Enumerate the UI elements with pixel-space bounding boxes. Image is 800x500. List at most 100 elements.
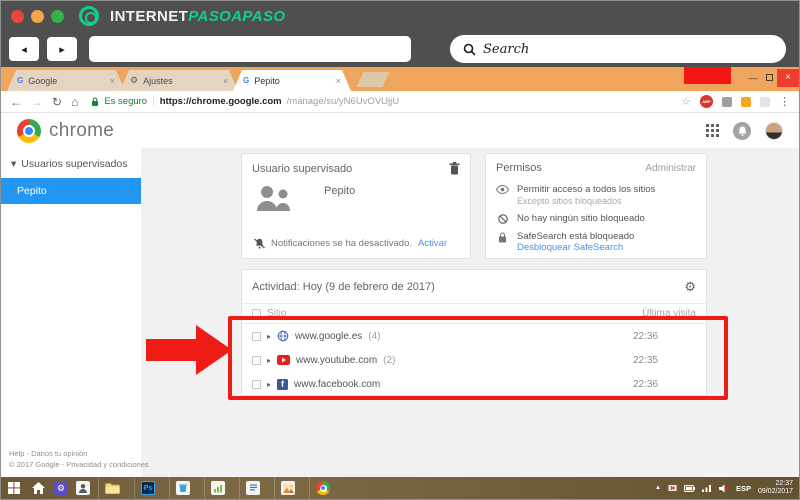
sidebar-group-label: Usuarios supervisados [21,158,128,170]
tab-pepito[interactable]: G Pepito × [233,70,351,91]
settings-gear-icon[interactable]: ⚙ [684,279,696,295]
brand-wordmark-primary: INTERNET [110,7,189,25]
tab-label: Google [28,75,58,86]
supervised-user-name: Pepito [324,185,356,197]
frame-search-box[interactable]: Search [450,35,786,63]
frame-back-button[interactable]: ◂ [9,37,39,61]
address-bar: ← → ↻ ⌂ Es seguro | https://chrome.googl… [1,91,799,113]
extension-icon[interactable] [741,96,751,107]
chrome-logo-icon [17,118,41,143]
frame-forward-button[interactable]: ▸ [47,37,77,61]
taskbar-clock[interactable]: 22:37 09/02/2017 [758,480,793,497]
writer-app-icon[interactable] [239,477,266,499]
gallery-app-icon[interactable] [274,477,301,499]
supervised-users-avatar-icon [257,186,290,211]
minimize-traffic-light-icon[interactable] [31,9,44,23]
url-path: /manage/su/yN6UvOVUjjU [286,96,400,107]
security-label: Es seguro [104,96,148,107]
extension-icon[interactable] [722,96,732,107]
chrome-taskbar-icon[interactable] [309,477,336,499]
home-taskbar-icon[interactable] [30,480,46,496]
manage-link[interactable]: Administrar [645,163,696,174]
search-icon [463,43,476,56]
notifications-status: Notificaciones se ha desactivado. [271,238,412,249]
application-window: INTERNETPASOAPASO ◂ ▸ Search G Google × … [0,0,800,500]
new-tab-button[interactable] [356,72,390,87]
sidebar-group-supervised-users[interactable]: ▾ Usuarios supervisados [1,148,141,178]
tab-strip: G Google × ⚙ Ajustes × G Pepito × — × [1,67,799,91]
browser-menu-icon[interactable]: ⋮ [779,95,790,108]
extension-icon[interactable] [760,96,770,107]
battery-icon[interactable] [683,484,695,492]
restore-icon [765,74,773,81]
url-host: https://chrome.google.com [159,96,282,107]
tray-expand-icon[interactable]: ▲ [655,485,661,491]
speaker-muted-icon[interactable] [718,484,729,493]
page-footer: Help - Danos tu opinión © 2017 Google - … [9,448,149,470]
taskbar: ⚙ Ps ▲ ESP 22:37 09/02/2017 [1,477,799,499]
tab-ajustes[interactable]: ⚙ Ajustes × [120,70,238,91]
zoom-traffic-light-icon[interactable] [51,9,64,23]
file-explorer-icon[interactable] [98,477,126,499]
activate-link[interactable]: Activar [418,238,447,249]
contact-app-icon[interactable] [76,481,90,495]
photoshop-icon[interactable]: Ps [134,477,161,499]
footer-copyright[interactable]: © 2017 Google - Privacidad y condiciones [9,459,149,470]
settings-app-icon[interactable]: ⚙ [54,481,68,495]
card-title: Permisos [496,162,542,174]
reload-icon[interactable]: ↻ [52,95,62,109]
trash-icon[interactable] [449,162,460,175]
omnibox[interactable]: Es seguro | https://chrome.google.com/ma… [87,95,691,108]
frame-url-input[interactable] [89,36,411,62]
notifications-bell-icon[interactable] [733,121,751,140]
secure-lock-icon [92,96,99,106]
restore-button[interactable] [761,74,777,81]
permission-text: SafeSearch está bloqueado [517,230,635,242]
bookmark-star-icon[interactable]: ☆ [681,95,691,108]
permission-item-blocked: No hay ningún sitio bloqueado [486,211,706,229]
language-indicator[interactable]: ESP [736,484,751,493]
unblock-safesearch-link[interactable]: Desbloquear SafeSearch [517,242,623,253]
forward-icon[interactable]: → [31,95,43,109]
close-button[interactable]: × [777,68,799,87]
home-icon[interactable]: ⌂ [71,95,78,109]
adblock-extension-icon[interactable]: ABP [700,95,713,108]
google-favicon-icon: G [243,76,250,85]
activity-title: Actividad: Hoy (9 de febrero de 2017) [252,281,435,293]
brand-wordmark: INTERNETPASOAPASO [110,8,285,25]
brand-header: INTERNETPASOAPASO [1,1,799,31]
redaction-overlay [684,67,731,84]
close-traffic-light-icon[interactable] [11,9,24,23]
tab-close-icon[interactable]: × [223,76,228,86]
internetpasoapaso-logo-icon [79,6,99,26]
profile-avatar[interactable] [765,121,783,140]
google-favicon-icon: G [17,76,24,85]
url-separator: | [152,96,155,107]
permission-text: No hay ningún sitio bloqueado [517,213,645,224]
back-icon[interactable]: ← [10,95,22,109]
network-icon[interactable] [701,484,712,492]
sidebar-item-pepito[interactable]: Pepito [1,178,141,204]
permission-text: Permitir acceso a todos los sitios [517,184,656,195]
calc-app-icon[interactable] [204,477,231,499]
tab-google[interactable]: G Google × [7,70,125,91]
tab-close-icon[interactable]: × [336,76,341,86]
sidebar: ▾ Usuarios supervisados Pepito [1,148,141,477]
lock-icon [496,231,509,254]
action-center-icon[interactable] [668,484,677,493]
system-tray: ▲ ESP 22:37 09/02/2017 [655,480,796,497]
permissions-card: Permisos Administrar Permitir acceso a t… [485,153,707,259]
apps-grid-icon[interactable] [706,124,719,137]
footer-help-links[interactable]: Help - Danos tu opinión [9,448,149,459]
permission-subtext: Excepto sitios bloqueados [517,195,622,206]
start-button-icon[interactable] [6,480,22,496]
tab-close-icon[interactable]: × [110,76,115,86]
brand-toolbar: ◂ ▸ Search [1,31,799,67]
minimize-button[interactable]: — [745,73,761,83]
photoshop-label: Ps [141,481,155,495]
highlight-arrow-icon [146,325,232,375]
tab-label: Pepito [254,75,280,86]
gear-favicon-icon: ⚙ [130,75,139,85]
bell-off-icon [254,238,265,249]
paint-bucket-icon[interactable] [169,477,196,499]
